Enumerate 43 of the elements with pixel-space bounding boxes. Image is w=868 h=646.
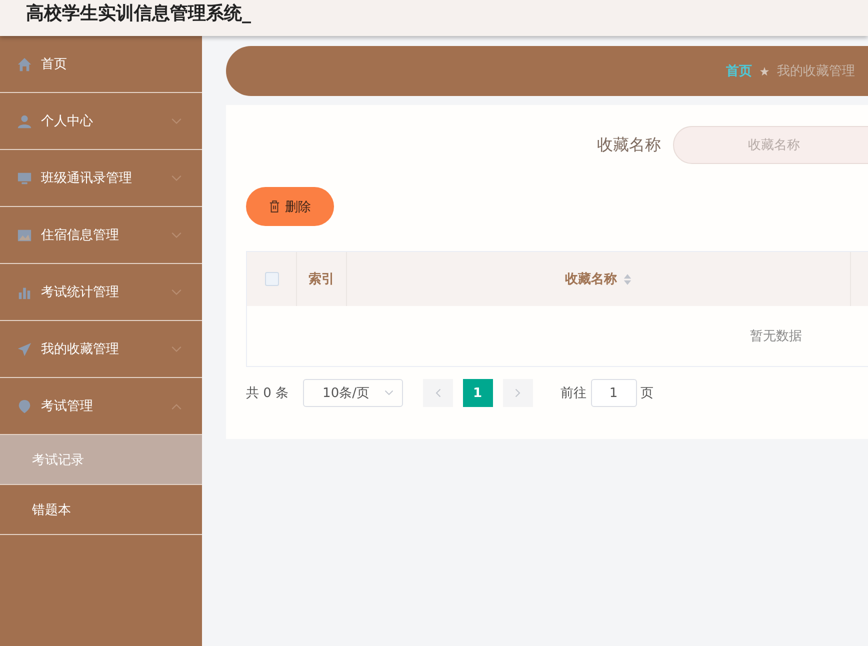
submenu-item[interactable]: 错题本 [0,485,202,535]
chevron-right-icon [514,388,521,398]
submenu-item[interactable]: 考试记录 [0,435,202,485]
chevron-down-icon [171,232,182,238]
paper-plane-icon [17,342,32,356]
home-icon [17,56,32,72]
select-all-checkbox[interactable] [264,272,278,286]
goto-page-field[interactable]: 1 [590,379,637,407]
chevron-down-icon [171,174,182,182]
prev-page-button[interactable] [422,379,453,407]
sidebar-item[interactable]: 班级通讯录管理 [0,150,202,207]
search-field[interactable]: 收藏名称 [673,126,868,164]
chevron-down-icon [384,390,394,396]
sidebar-item[interactable]: 考试统计管理 [0,264,202,321]
empty-text: 暂无数据 [750,328,802,345]
sidebar-item[interactable]: 个人中心 [0,93,202,150]
monitor-icon [17,170,32,186]
chevron-down-icon [171,346,182,352]
person-icon [17,114,32,128]
image-icon [17,228,32,242]
breadcrumb-link[interactable]: 首页 [726,62,752,80]
next-page-button[interactable] [502,379,533,407]
star-icon [760,66,769,76]
sidebar-item[interactable]: 住宿信息管理 [0,207,202,264]
page-suffix: 页 [640,385,654,402]
page-size-select[interactable]: 10条/页 [302,379,403,407]
page-button[interactable]: 1 [462,379,493,407]
total-count: 共 0 条 [246,385,289,402]
goto-label: 前往 [560,385,587,402]
trash-icon [269,200,280,213]
search-label: 收藏名称 [597,134,661,156]
column-header: 索引 [308,270,334,288]
sort-icon[interactable] [623,272,632,286]
sidebar-item[interactable]: 首页 [0,36,202,93]
pin-icon [17,398,32,414]
chevron-down-icon [171,118,182,124]
delete-button[interactable]: 删除 [246,187,334,226]
chevron-down-icon [171,288,182,296]
app-title: 高校学生实训信息管理系统_ [26,3,251,25]
chevron-up-icon [171,402,182,410]
chevron-left-icon [434,388,441,398]
sidebar-item[interactable]: 我的收藏管理 [0,321,202,378]
column-header: 收藏名称 [565,271,617,288]
